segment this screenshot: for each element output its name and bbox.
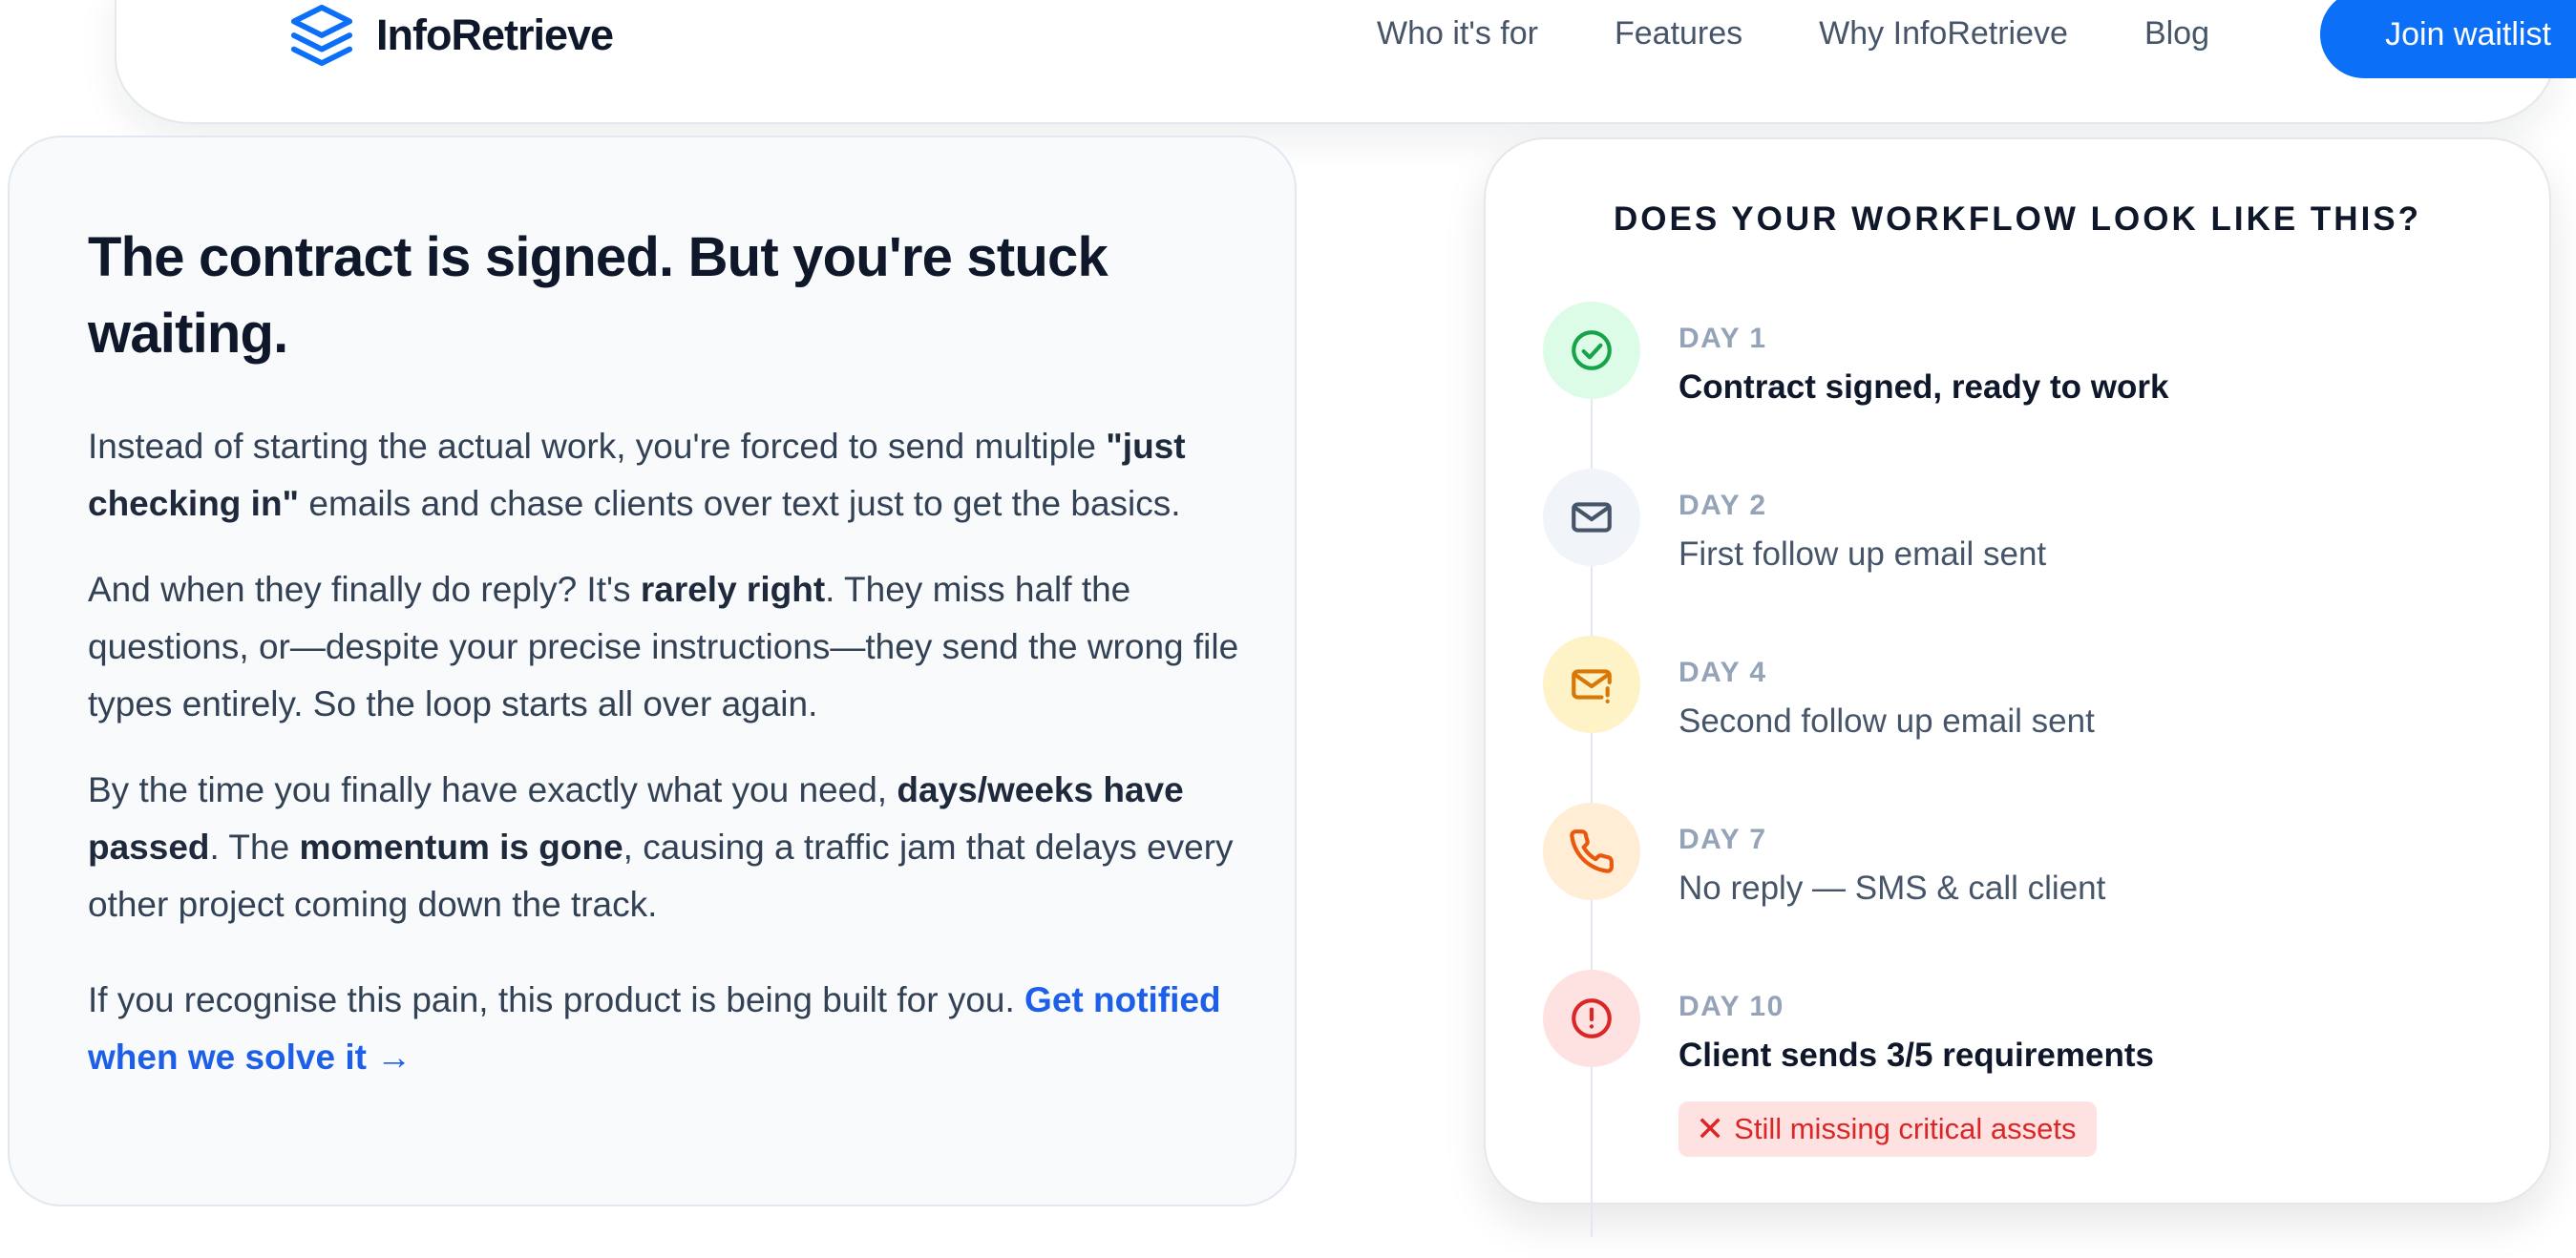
mail-icon: [1543, 469, 1640, 566]
check-circle-icon: [1543, 302, 1640, 399]
brand-name: InfoRetrieve: [376, 10, 614, 59]
step-day: DAY 10: [1679, 991, 1784, 1022]
nav-links: Who it's for Features Why InfoRetrieve B…: [1377, 15, 2209, 52]
pain-paragraph-3: By the time you finally have exactly wha…: [88, 762, 1243, 933]
emphasis: rarely right: [640, 570, 826, 609]
step-text: Client sends 3/5 requirements: [1679, 1037, 2154, 1074]
nav-link-features[interactable]: Features: [1615, 15, 1742, 52]
layers-logo-icon: [290, 4, 353, 67]
text: If you recognise this pain, this product…: [88, 980, 1025, 1019]
workflow-heading: DOES YOUR WORKFLOW LOOK LIKE THIS?: [1613, 200, 2422, 238]
x-icon: ✕: [1696, 1109, 1725, 1148]
mail-alert-icon: [1543, 636, 1640, 733]
pain-paragraph-2: And when they finally do reply? It's rar…: [88, 561, 1243, 733]
nav-link-why-inforetrieve[interactable]: Why InfoRetrieve: [1819, 15, 2068, 52]
pain-paragraph-4: If you recognise this pain, this product…: [88, 972, 1243, 1086]
warning-badge: ✕ Still missing critical assets: [1679, 1101, 2098, 1157]
text: Instead of starting the actual work, you…: [88, 427, 1107, 466]
step-day: DAY 1: [1679, 323, 1767, 354]
pain-card: The contract is signed. But you're stuck…: [8, 136, 1297, 1206]
nav-link-who-its-for[interactable]: Who it's for: [1377, 15, 1538, 52]
text: emails and chase clients over text just …: [299, 484, 1181, 523]
step-text: Contract signed, ready to work: [1679, 368, 2169, 406]
text: And when they finally do reply? It's: [88, 570, 641, 609]
alert-circle-icon: [1543, 970, 1640, 1067]
join-waitlist-button[interactable]: Join waitlist: [2320, 0, 2576, 78]
pain-title: The contract is signed. But you're stuck…: [88, 226, 1109, 365]
step-day: DAY 2: [1679, 490, 1767, 521]
text: By the time you finally have exactly wha…: [88, 770, 897, 809]
warning-text: Still missing critical assets: [1734, 1112, 2077, 1145]
step-text: First follow up email sent: [1679, 535, 2047, 573]
step-day: DAY 7: [1679, 824, 1767, 855]
text: . The: [209, 828, 300, 867]
brand[interactable]: InfoRetrieve: [288, 2, 614, 69]
step-text: No reply — SMS & call client: [1679, 870, 2106, 907]
top-nav: InfoRetrieve Who it's for Features Why I…: [115, 0, 2576, 124]
nav-link-blog[interactable]: Blog: [2144, 15, 2209, 52]
phone-icon: [1543, 803, 1640, 900]
pain-paragraph-1: Instead of starting the actual work, you…: [88, 418, 1243, 533]
step-text: Second follow up email sent: [1679, 702, 2095, 740]
step-day: DAY 4: [1679, 657, 1767, 688]
emphasis: momentum is gone: [299, 828, 623, 867]
workflow-card: DOES YOUR WORKFLOW LOOK LIKE THIS? DAY 1…: [1484, 137, 2551, 1237]
